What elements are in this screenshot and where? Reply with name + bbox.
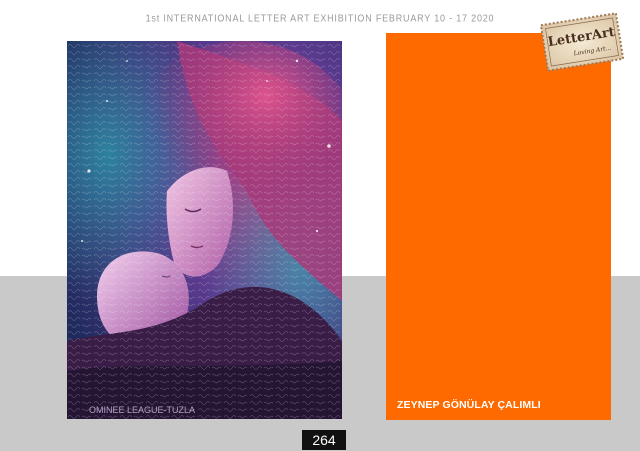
artist-name: ZEYNEP GÖNÜLAY ÇALIMLI (397, 399, 541, 411)
artwork-image: OMINEE LEAGUE-TUZLA (67, 41, 342, 419)
artwork-signature: OMINEE LEAGUE-TUZLA (89, 405, 195, 415)
page-number: 264 (302, 430, 346, 450)
letterart-stamp-logo: LetterArt Loving Art... (537, 10, 626, 74)
catalog-page: 1st INTERNATIONAL LETTER ART EXHIBITION … (0, 0, 640, 451)
artist-panel: ZEYNEP GÖNÜLAY ÇALIMLI (386, 33, 611, 420)
artwork-painting: OMINEE LEAGUE-TUZLA (67, 41, 342, 419)
